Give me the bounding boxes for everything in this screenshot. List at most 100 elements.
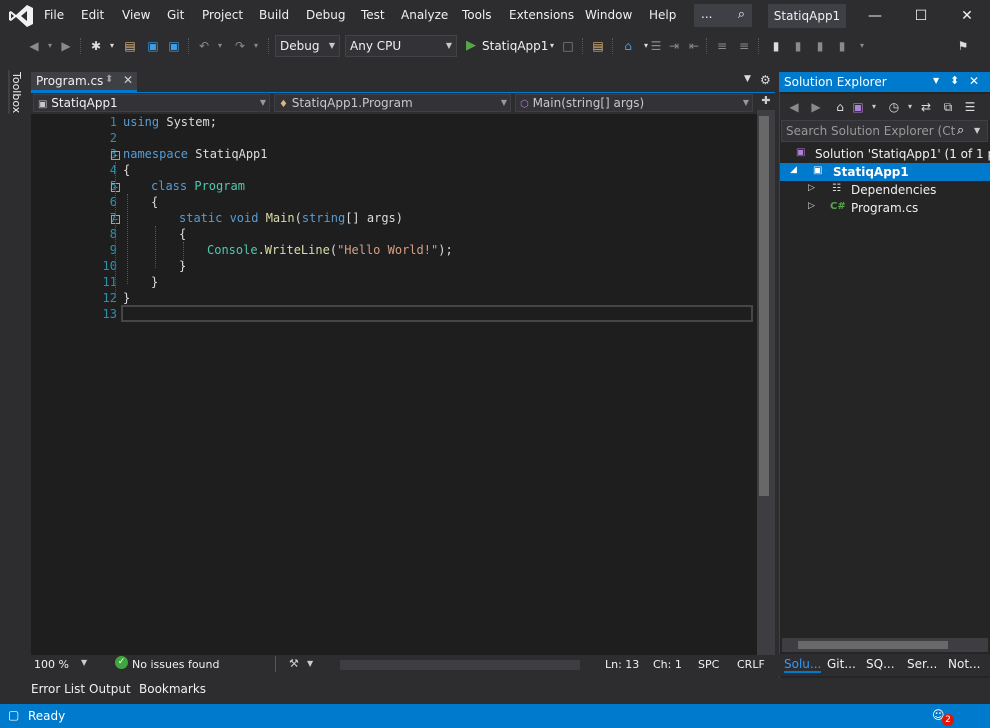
tab-notifications[interactable]: Not... bbox=[948, 657, 980, 671]
code-editor[interactable]: 1 2 3 4 5 6 7 8 9 10 11 12 13 − − − usin… bbox=[31, 114, 757, 655]
save-icon[interactable]: ▣ bbox=[145, 38, 161, 54]
line-ending-indicator[interactable]: CRLF bbox=[737, 658, 765, 671]
live-share-icon[interactable]: ⚑ bbox=[955, 38, 971, 54]
menu-build[interactable]: Build bbox=[259, 8, 289, 22]
pending-dropdown-icon[interactable]: ▾ bbox=[902, 99, 918, 115]
properties-icon[interactable]: ☰ bbox=[962, 99, 978, 115]
pending-changes-icon[interactable]: ◷ bbox=[886, 99, 902, 115]
notification-count-badge[interactable]: 2 bbox=[942, 714, 954, 726]
zoom-dropdown-icon[interactable]: ▼ bbox=[81, 658, 87, 667]
tab-server-explorer[interactable]: Ser... bbox=[907, 657, 937, 671]
menu-file[interactable]: File bbox=[44, 8, 64, 22]
undo-icon[interactable]: ↶ bbox=[196, 38, 212, 54]
menu-analyze[interactable]: Analyze bbox=[401, 8, 448, 22]
tab-list-dropdown-icon[interactable]: ▼ bbox=[744, 74, 751, 84]
menu-window[interactable]: Window bbox=[585, 8, 632, 22]
window-position-icon[interactable]: ▼ bbox=[933, 76, 939, 85]
home-icon[interactable]: ⌂ bbox=[832, 99, 848, 115]
open-in-explorer-icon[interactable]: ▤ bbox=[590, 38, 606, 54]
code-cleanup-icon[interactable]: ⚒ bbox=[289, 657, 299, 670]
align-icon[interactable]: ☰ bbox=[648, 38, 664, 54]
search-options-dropdown-icon[interactable]: ▼ bbox=[974, 126, 980, 135]
tree-item-dependencies[interactable]: ▷ ☷ Dependencies bbox=[780, 181, 990, 199]
tab-output[interactable]: Output bbox=[89, 682, 131, 696]
collapse-namespace-icon[interactable]: − bbox=[111, 151, 120, 160]
uncomment-icon[interactable]: ≡ bbox=[736, 38, 752, 54]
menu-edit[interactable]: Edit bbox=[81, 8, 104, 22]
member-nav-dropdown[interactable]: ⬡ Main(string[] args) ▼ bbox=[515, 94, 753, 112]
platform-dropdown[interactable]: Any CPU ▼ bbox=[345, 35, 457, 57]
redo-icon[interactable]: ↷ bbox=[232, 38, 248, 54]
comment-icon[interactable]: ≡ bbox=[714, 38, 730, 54]
split-editor-icon[interactable]: ✚ bbox=[757, 94, 775, 110]
expanded-arrow-icon[interactable]: ◢ bbox=[790, 165, 797, 175]
minimize-icon[interactable]: — bbox=[852, 0, 898, 32]
tree-item-program-cs[interactable]: ▷ C# Program.cs bbox=[780, 199, 990, 217]
redo-dropdown-icon[interactable]: ▾ bbox=[248, 38, 264, 54]
menu-extensions[interactable]: Extensions bbox=[509, 8, 574, 22]
menu-test[interactable]: Test bbox=[361, 8, 385, 22]
forward-icon[interactable]: ▶ bbox=[58, 38, 74, 54]
project-nav-dropdown[interactable]: ▣ StatiqApp1 ▼ bbox=[33, 94, 270, 112]
pin-icon[interactable]: ⬍ bbox=[105, 74, 113, 85]
tab-bookmarks[interactable]: Bookmarks bbox=[139, 682, 206, 696]
close-panel-icon[interactable]: ✕ bbox=[969, 74, 979, 88]
close-icon[interactable]: ✕ bbox=[944, 0, 990, 32]
cleanup-dropdown-icon[interactable]: ▼ bbox=[307, 659, 313, 668]
save-all-icon[interactable]: ▣ bbox=[166, 38, 182, 54]
collapsed-arrow-icon[interactable]: ▷ bbox=[808, 201, 815, 211]
tab-solution-explorer[interactable]: Solu... bbox=[784, 657, 822, 673]
zoom-level[interactable]: 100 % bbox=[34, 658, 69, 671]
menu-project[interactable]: Project bbox=[202, 8, 243, 22]
horizontal-scrollbar[interactable] bbox=[340, 660, 580, 670]
menu-git[interactable]: Git bbox=[167, 8, 184, 22]
new-dropdown-icon[interactable]: ▾ bbox=[104, 38, 120, 54]
config-dropdown[interactable]: Debug ▼ bbox=[275, 35, 340, 57]
bookmark-icon[interactable]: ▮ bbox=[768, 38, 784, 54]
new-project-icon[interactable]: ✱ bbox=[88, 38, 104, 54]
clear-bookmarks-icon[interactable]: ▮ bbox=[834, 38, 850, 54]
tab-error-list[interactable]: Error List bbox=[31, 682, 85, 696]
menu-debug[interactable]: Debug bbox=[306, 8, 345, 22]
vertical-scrollbar-thumb[interactable] bbox=[759, 116, 769, 496]
menu-view[interactable]: View bbox=[122, 8, 150, 22]
browser-link-icon[interactable]: ⌂ bbox=[620, 38, 636, 54]
solution-explorer-hscroll-thumb[interactable] bbox=[798, 641, 948, 649]
prev-bookmark-icon[interactable]: ▮ bbox=[790, 38, 806, 54]
se-forward-icon[interactable]: ▶ bbox=[808, 99, 824, 115]
undo-dropdown-icon[interactable]: ▾ bbox=[212, 38, 228, 54]
column-indicator[interactable]: Ch: 1 bbox=[653, 658, 682, 671]
sync-icon[interactable]: ⇄ bbox=[918, 99, 934, 115]
start-dropdown-icon[interactable]: ▾ bbox=[544, 38, 560, 54]
collapsed-arrow-icon[interactable]: ▷ bbox=[808, 183, 815, 193]
tab-program-cs[interactable]: Program.cs ⬍ ✕ bbox=[31, 72, 137, 92]
whitespace-indicator[interactable]: SPC bbox=[698, 658, 719, 671]
search-icon[interactable]: ⌕ bbox=[957, 123, 964, 138]
se-back-icon[interactable]: ◀ bbox=[786, 99, 802, 115]
menu-tools[interactable]: Tools bbox=[462, 8, 492, 22]
toolbar-options-icon[interactable]: ▾ bbox=[854, 38, 870, 54]
menu-help[interactable]: Help bbox=[649, 8, 676, 22]
indent-icon[interactable]: ⇥ bbox=[666, 38, 682, 54]
back-icon[interactable]: ◀ bbox=[26, 38, 42, 54]
tree-item-project[interactable]: ◢ ▣ StatiqApp1 bbox=[780, 163, 990, 181]
search-box[interactable]: ... ⌕ bbox=[694, 4, 752, 27]
switch-views-icon[interactable]: ▣ bbox=[850, 99, 866, 115]
issues-status[interactable]: No issues found bbox=[132, 658, 219, 671]
line-indicator[interactable]: Ln: 13 bbox=[605, 658, 639, 671]
toolbox-label[interactable]: Toolbox bbox=[10, 72, 23, 113]
type-nav-dropdown[interactable]: ♦ StatiqApp1.Program ▼ bbox=[274, 94, 511, 112]
collapse-all-icon[interactable]: ⧉ bbox=[940, 99, 956, 115]
close-tab-icon[interactable]: ✕ bbox=[123, 73, 133, 87]
open-folder-icon[interactable]: ▤ bbox=[122, 38, 138, 54]
back-dropdown-icon[interactable]: ▾ bbox=[42, 38, 58, 54]
tab-sql-server[interactable]: SQ... bbox=[866, 657, 895, 671]
auto-hide-pin-icon[interactable]: ⬍ bbox=[950, 74, 959, 87]
solution-explorer-search-input[interactable]: Search Solution Explorer (Ctrl+;) ⌕ ▼ bbox=[781, 120, 988, 142]
tab-git-changes[interactable]: Git... bbox=[827, 657, 856, 671]
next-bookmark-icon[interactable]: ▮ bbox=[812, 38, 828, 54]
tree-item-solution[interactable]: ▣ Solution 'StatiqApp1' (1 of 1 project) bbox=[780, 145, 990, 163]
switch-views-dropdown-icon[interactable]: ▾ bbox=[866, 99, 882, 115]
visual-studio-logo-icon[interactable] bbox=[8, 4, 34, 28]
outdent-icon[interactable]: ⇤ bbox=[686, 38, 702, 54]
